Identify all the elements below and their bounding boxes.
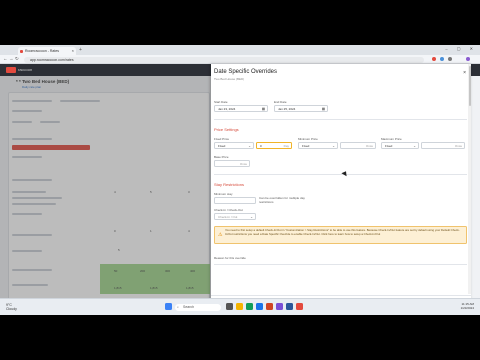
stay-restrictions-heading: Stay Restrictions <box>214 182 245 187</box>
app-icon[interactable] <box>276 303 283 310</box>
clock-date: 1/23/2024 <box>460 306 474 310</box>
divider <box>214 119 467 120</box>
base-price-label: Base Price <box>214 155 229 159</box>
modal-subtitle: Two Bed House (BED) <box>214 77 245 81</box>
file-explorer-icon[interactable] <box>236 303 243 310</box>
minimum-stay-label: Minimum stay <box>214 192 233 196</box>
extension-icon[interactable] <box>432 57 436 61</box>
maximum-price-type-select[interactable]: Fixed ⌄ <box>381 142 419 149</box>
modal-title: Date Specific Overrides <box>214 69 278 75</box>
warning-text[interactable]: You need to first setup a default Check-… <box>225 228 465 236</box>
warning-icon: ⚠ <box>218 232 223 238</box>
fixed-price-label: Fixed Price <box>214 137 230 141</box>
forward-icon[interactable]: → <box>9 56 14 61</box>
check-in-out-placeholder: Check-In / Out <box>218 215 238 219</box>
chevron-down-icon: ⌄ <box>332 144 335 148</box>
fixed-price-input[interactable]: 0 Day <box>256 142 292 149</box>
base-price-unit: Once <box>239 162 247 166</box>
date-specific-overrides-modal: Date Specific Overrides Two Bed House (B… <box>211 64 471 315</box>
app-icon[interactable] <box>266 303 273 310</box>
maximum-price-unit: Once <box>454 144 462 148</box>
favicon-icon <box>20 49 23 53</box>
scrollbar[interactable] <box>468 64 471 294</box>
app-icon[interactable] <box>296 303 303 310</box>
url-input[interactable]: app.roomraccoon.com/rates <box>24 56 424 63</box>
end-date-value: Jan 25, 2024 <box>278 107 296 111</box>
system-clock[interactable]: 11:15 AM 1/23/2024 <box>461 302 474 310</box>
fixed-price-amount: 0 <box>260 144 262 148</box>
app-logo <box>6 67 16 73</box>
start-date-label: Start Date <box>214 100 228 104</box>
start-date-value: Jan 23, 2024 <box>218 107 236 111</box>
close-tab-icon[interactable]: × <box>72 47 74 55</box>
browser-tabbar: Roomraccoon - Rates × + – ▢ ✕ <box>0 45 480 55</box>
calendar-icon[interactable]: ▦ <box>322 106 325 112</box>
start-button-icon[interactable] <box>165 303 172 310</box>
browser-tab[interactable]: Roomraccoon - Rates × <box>18 47 76 55</box>
app-icon[interactable] <box>246 303 253 310</box>
reload-icon[interactable]: ↻ <box>15 56 19 62</box>
check-in-out-select[interactable]: Check-In / Out ⌄ <box>214 213 256 220</box>
chevron-down-icon: ⌄ <box>248 144 251 148</box>
minimum-price-unit: Once <box>365 144 373 148</box>
maximum-price-type: Fixed <box>385 144 393 148</box>
start-date-field[interactable]: Jan 23, 2024 ▦ <box>214 105 268 112</box>
price-settings-heading: Price Settings <box>214 127 239 132</box>
minimum-stay-input[interactable] <box>214 197 256 204</box>
tab-title: Roomraccoon - Rates <box>25 49 60 53</box>
chevron-down-icon: ⌄ <box>250 215 253 219</box>
scrollbar-thumb[interactable] <box>468 66 471 106</box>
task-view-icon[interactable] <box>226 303 233 310</box>
divider <box>214 174 467 175</box>
weather-text: Cloudy <box>6 307 17 311</box>
minimum-price-type-select[interactable]: Fixed ⌄ <box>298 142 338 149</box>
end-date-field[interactable]: Jan 25, 2024 ▦ <box>274 105 328 112</box>
maximum-price-label: Maximum Price <box>381 137 402 141</box>
extension-icon[interactable] <box>440 57 444 61</box>
divider <box>214 264 467 265</box>
weather-widget[interactable]: 9°C Cloudy <box>6 303 17 311</box>
screen: Roomraccoon - Rates × + – ▢ ✕ ← → ↻ app.… <box>0 45 480 315</box>
taskbar-search[interactable]: ⌕ Search <box>175 304 221 311</box>
browser-icon[interactable] <box>256 303 263 310</box>
minimum-stay-note: Can be overridden for multiple day restr… <box>259 196 305 204</box>
extension-icon[interactable] <box>448 57 452 61</box>
chevron-down-icon: ⌄ <box>413 144 416 148</box>
app-logo-text: raccoon <box>18 67 33 72</box>
maximum-price-input[interactable]: Once <box>421 142 465 149</box>
new-tab-button[interactable]: + <box>79 47 82 53</box>
base-price-input[interactable]: Once <box>214 160 250 167</box>
os-taskbar: 9°C Cloudy ⌕ Search 11:15 AM 1/23/2024 <box>0 298 480 315</box>
search-icon: ⌕ <box>177 305 179 309</box>
minimum-price-input[interactable]: Once <box>340 142 376 149</box>
close-icon[interactable]: × <box>463 70 466 76</box>
window-controls[interactable]: – ▢ ✕ <box>445 46 477 51</box>
fixed-price-unit: Day <box>283 144 289 148</box>
fixed-price-type: Fixed <box>218 144 226 148</box>
back-icon[interactable]: ← <box>3 56 8 61</box>
reason-label: Reason for this override <box>214 256 246 260</box>
minimum-price-type: Fixed <box>302 144 310 148</box>
modal-backdrop[interactable] <box>0 76 211 315</box>
taskbar-search-label: Search <box>183 305 195 309</box>
address-bar-row: ← → ↻ app.roomraccoon.com/rates <box>0 55 480 64</box>
minimum-price-label: Minimum Price <box>298 137 318 141</box>
end-date-label: End Date <box>274 100 287 104</box>
app-window: raccoon * * Two Bed House (BED) Daily ra… <box>0 64 480 315</box>
calendar-icon[interactable]: ▦ <box>262 106 265 112</box>
warning-alert: ⚠ You need to first setup a default Chec… <box>214 226 467 244</box>
app-icon[interactable] <box>286 303 293 310</box>
fixed-price-type-select[interactable]: Fixed ⌄ <box>214 142 254 149</box>
profile-avatar[interactable] <box>466 57 470 61</box>
check-in-out-label: Check-In / Check-Out <box>214 208 243 212</box>
